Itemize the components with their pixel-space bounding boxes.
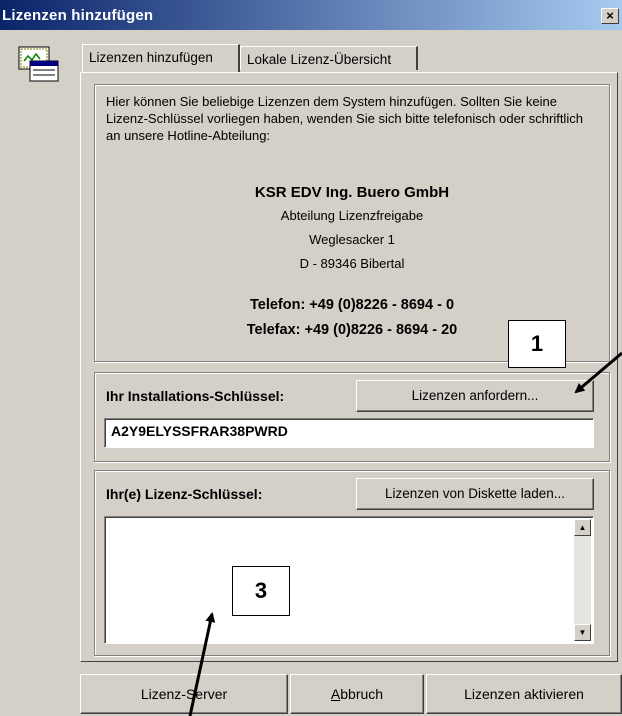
tab-label: Lizenzen hinzufügen <box>89 50 213 65</box>
arrow-up-icon[interactable]: ▲ <box>574 519 591 536</box>
title-bar[interactable]: Lizenzen hinzufügen × <box>0 0 622 30</box>
window-title: Lizenzen hinzufügen <box>2 7 154 24</box>
cancel-label: bbruch <box>340 686 384 702</box>
company-name: KSR EDV Ing. Buero GmbH <box>254 184 450 201</box>
department: Abteilung Lizenzfreigabe <box>280 208 424 223</box>
install-key-field[interactable]: A2Y9ELYSSFRAR38PWRD <box>104 418 594 448</box>
tab-label: Lokale Lizenz-Übersicht <box>247 52 392 67</box>
info-text: Hier können Sie beliebige Lizenzen dem S… <box>106 94 583 143</box>
callout-3: 3 <box>232 566 290 616</box>
street: Weglesacker 1 <box>309 232 395 247</box>
license-keys-label: Ihr(e) Lizenz-Schlüssel: <box>106 486 263 502</box>
phone: Telefon: +49 (0)8226 - 8694 - 0 <box>249 297 455 313</box>
load-from-diskette-button[interactable]: Lizenzen von Diskette laden... <box>356 478 594 510</box>
license-keys-textarea[interactable]: ▲ ▼ <box>104 516 594 644</box>
install-key-value: A2Y9ELYSSFRAR38PWRD <box>111 423 288 439</box>
activate-licenses-button[interactable]: Lizenzen aktivieren <box>426 674 622 714</box>
request-licenses-button[interactable]: Lizenzen anfordern... <box>356 380 594 412</box>
cancel-button[interactable]: Abbruch <box>290 674 424 714</box>
cancel-mnemonic: A <box>330 686 341 702</box>
close-icon: × <box>606 8 614 23</box>
close-button[interactable]: × <box>601 8 619 24</box>
arrow-down-icon[interactable]: ▼ <box>574 624 591 641</box>
tab-local-license-overview[interactable]: Lokale Lizenz-Übersicht <box>240 46 418 70</box>
license-server-button[interactable]: Lizenz-Server <box>80 674 288 714</box>
dialog-window: Lizenzen hinzufügen × Lizenzen hinzufüge… <box>0 0 622 716</box>
install-key-label: Ihr Installations-Schlüssel: <box>106 388 285 404</box>
tab-add-licenses[interactable]: Lizenzen hinzufügen <box>82 44 240 72</box>
city: D - 89346 Bibertal <box>299 256 405 271</box>
vertical-scrollbar[interactable]: ▲ ▼ <box>574 519 591 641</box>
license-certificate-icon <box>18 46 59 82</box>
callout-1: 1 <box>508 320 566 368</box>
